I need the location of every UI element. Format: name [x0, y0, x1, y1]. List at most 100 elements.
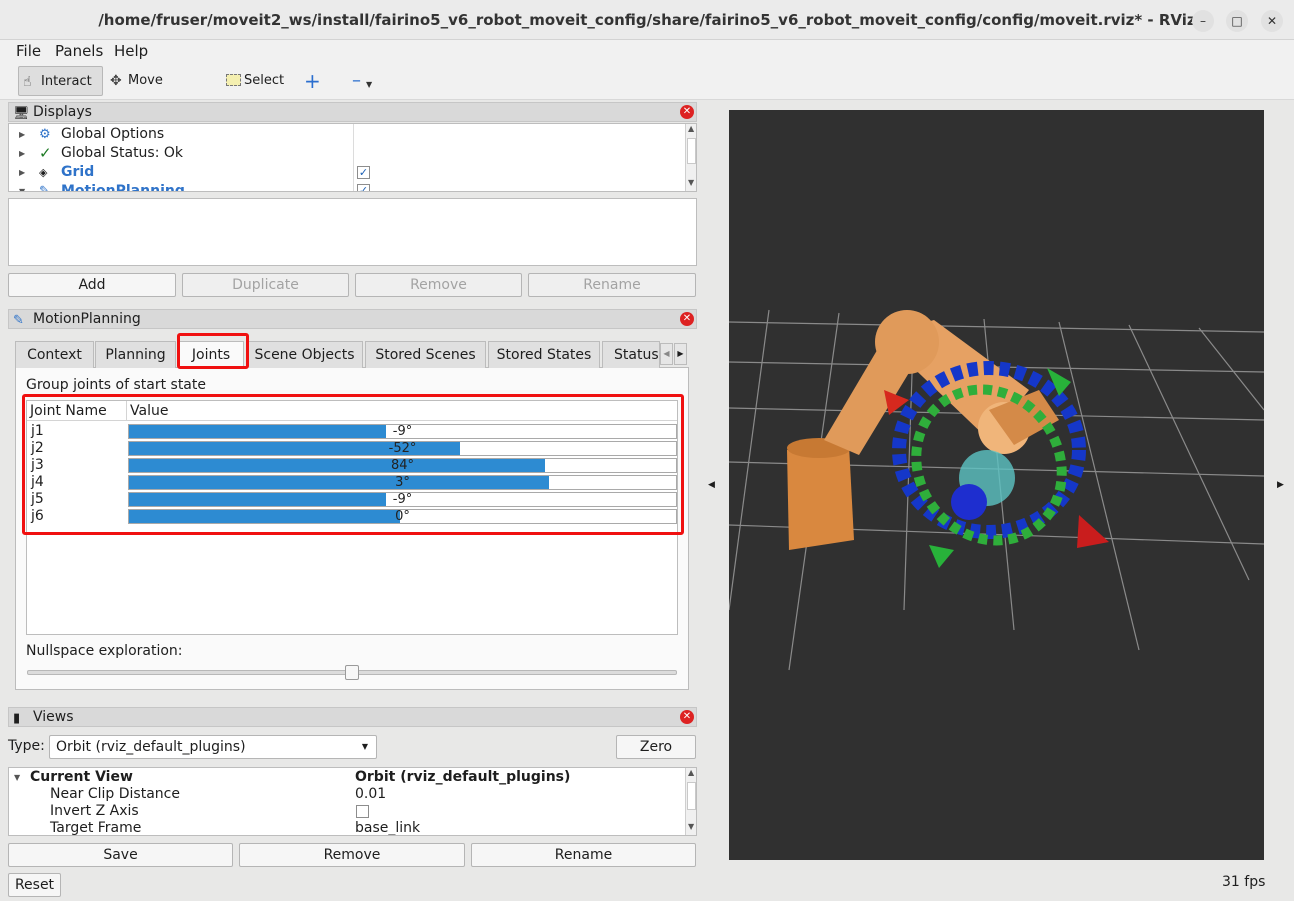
collapse-arrow-icon[interactable]: ▼	[19, 182, 25, 191]
close-panel-icon[interactable]: ✕	[680, 105, 694, 119]
tree-item-motionplanning[interactable]: ▼ ✎ MotionPlanning	[9, 182, 685, 192]
add-display-button[interactable]: Add	[8, 273, 176, 297]
fps-readout: 31 fps	[1222, 874, 1266, 890]
tab-planning[interactable]: Planning	[95, 341, 176, 368]
tree-item-label: MotionPlanning	[61, 183, 185, 192]
nullspace-label: Nullspace exploration:	[26, 643, 183, 659]
remove-display-button[interactable]: Remove	[355, 273, 522, 297]
views-title: Views	[33, 709, 74, 725]
displays-scrollbar[interactable]: ▲ ▼	[685, 124, 696, 191]
select-label: Select	[244, 73, 285, 88]
invert-z-label: Invert Z Axis	[50, 803, 139, 819]
close-icon[interactable]: ✕	[1261, 10, 1283, 32]
robot-arm	[787, 310, 1059, 550]
tree-item-label: Grid	[61, 164, 95, 180]
gear-icon: ⚙	[39, 127, 51, 142]
motionplanning-icon: ✎	[39, 184, 50, 192]
motionplanning-icon: ✎	[13, 313, 24, 328]
joints-table-highlight	[22, 394, 684, 535]
duplicate-display-button[interactable]: Duplicate	[182, 273, 349, 297]
expand-arrow-icon[interactable]: ▶	[19, 163, 25, 182]
tab-status[interactable]: Status	[602, 341, 660, 368]
tree-item-grid[interactable]: ▶ ◈ Grid	[9, 163, 685, 182]
save-view-button[interactable]: Save	[8, 843, 233, 867]
collapse-arrow-icon[interactable]: ▼	[14, 769, 20, 786]
plus-icon[interactable]: +	[300, 66, 324, 96]
move-camera-icon: ✥	[110, 73, 122, 89]
robot-scene	[729, 309, 1264, 671]
views-scrollbar[interactable]: ▲ ▼	[685, 768, 696, 835]
scroll-down-icon[interactable]: ▼	[688, 822, 694, 831]
reset-button[interactable]: Reset	[8, 873, 61, 897]
window-title: /home/fruser/moveit2_ws/install/fairino5…	[98, 11, 1196, 29]
invert-z-checkbox[interactable]	[356, 805, 369, 818]
rename-display-button[interactable]: Rename	[528, 273, 696, 297]
view-type-label: Type:	[8, 738, 45, 754]
menu-file[interactable]: File	[16, 42, 41, 60]
monitor-icon: 🖥	[13, 106, 30, 121]
menu-panels[interactable]: Panels	[55, 42, 103, 60]
motionplanning-title: MotionPlanning	[33, 311, 141, 327]
displays-panel-header: 🖥 Displays ✕	[8, 102, 697, 122]
view-type-select[interactable]: Orbit (rviz_default_plugins) ▼	[49, 735, 377, 759]
tab-stored-states[interactable]: Stored States	[488, 341, 600, 368]
tree-item-label: Global Options	[61, 126, 165, 142]
menu-bar: File Panels Help	[0, 40, 1294, 62]
grid-enabled-checkbox[interactable]: ✓	[357, 166, 370, 179]
motionplanning-enabled-checkbox[interactable]: ✓	[357, 184, 370, 191]
render-viewport[interactable]	[729, 110, 1264, 860]
near-clip-label: Near Clip Distance	[50, 786, 180, 802]
menu-help[interactable]: Help	[114, 42, 148, 60]
close-panel-icon[interactable]: ✕	[680, 312, 694, 326]
hand-icon: ☝	[23, 74, 32, 90]
title-bar: /home/fruser/moveit2_ws/install/fairino5…	[0, 0, 1294, 40]
dropdown-arrow-icon[interactable]: ▼	[366, 70, 372, 100]
tab-scroll-right-icon[interactable]: ▶	[674, 343, 687, 365]
displays-title: Displays	[33, 104, 92, 120]
display-description-area	[8, 198, 697, 266]
group-joints-label: Group joints of start state	[26, 377, 206, 393]
expand-arrow-icon[interactable]: ▶	[19, 125, 25, 144]
tab-stored-scenes[interactable]: Stored Scenes	[365, 341, 486, 368]
tab-scene-objects[interactable]: Scene Objects	[246, 341, 363, 368]
checkmark-icon: ✓	[39, 144, 52, 162]
tab-context[interactable]: Context	[15, 341, 94, 368]
tab-scroll-left-icon[interactable]: ◀	[660, 343, 673, 365]
collapse-left-icon[interactable]: ◀	[708, 480, 715, 490]
target-frame-value[interactable]: base_link	[355, 820, 420, 835]
close-panel-icon[interactable]: ✕	[680, 710, 694, 724]
grid-icon: ◈	[39, 166, 48, 179]
interact-label: Interact	[41, 74, 92, 89]
scroll-up-icon[interactable]: ▲	[688, 124, 694, 133]
minus-icon[interactable]: – ▼	[348, 66, 374, 96]
view-type-value: Orbit (rviz_default_plugins)	[56, 739, 246, 755]
motionplanning-panel-header: ✎ MotionPlanning ✕	[8, 309, 697, 329]
scroll-down-icon[interactable]: ▼	[688, 178, 694, 187]
move-camera-button[interactable]: ✥Move Camera	[106, 66, 206, 118]
zero-button[interactable]: Zero	[616, 735, 696, 759]
tree-item-global-options[interactable]: ▶ ⚙ Global Options	[9, 125, 685, 144]
rename-view-button[interactable]: Rename	[471, 843, 696, 867]
remove-view-button[interactable]: Remove	[239, 843, 465, 867]
joints-tab-highlight	[177, 333, 249, 369]
chevron-down-icon: ▼	[361, 742, 368, 751]
minimize-icon[interactable]: –	[1192, 10, 1214, 32]
collapse-right-icon[interactable]: ▶	[1277, 480, 1284, 490]
select-tool-button[interactable]: Select	[222, 66, 284, 96]
select-icon	[226, 74, 241, 86]
near-clip-value[interactable]: 0.01	[355, 786, 386, 803]
target-frame-label: Target Frame	[50, 820, 142, 836]
camera-icon: ▮	[13, 711, 21, 726]
nullspace-slider-handle[interactable]	[345, 665, 359, 680]
scroll-up-icon[interactable]: ▲	[688, 768, 694, 777]
interact-tool-button[interactable]: ☝ Interact	[18, 66, 103, 96]
displays-tree: ▶ ⚙ Global Options ▶ ✓ Global Status: Ok…	[8, 123, 697, 192]
views-panel-header: ▮ Views ✕	[8, 707, 697, 727]
maximize-icon[interactable]: □	[1226, 10, 1248, 32]
current-view-value: Orbit (rviz_default_plugins)	[355, 769, 571, 785]
view-properties-tree: ▼ Current View Orbit (rviz_default_plugi…	[8, 767, 697, 836]
expand-arrow-icon[interactable]: ▶	[19, 144, 25, 163]
scroll-thumb[interactable]	[687, 782, 696, 810]
scroll-thumb[interactable]	[687, 138, 696, 164]
tree-item-global-status[interactable]: ▶ ✓ Global Status: Ok	[9, 144, 685, 163]
